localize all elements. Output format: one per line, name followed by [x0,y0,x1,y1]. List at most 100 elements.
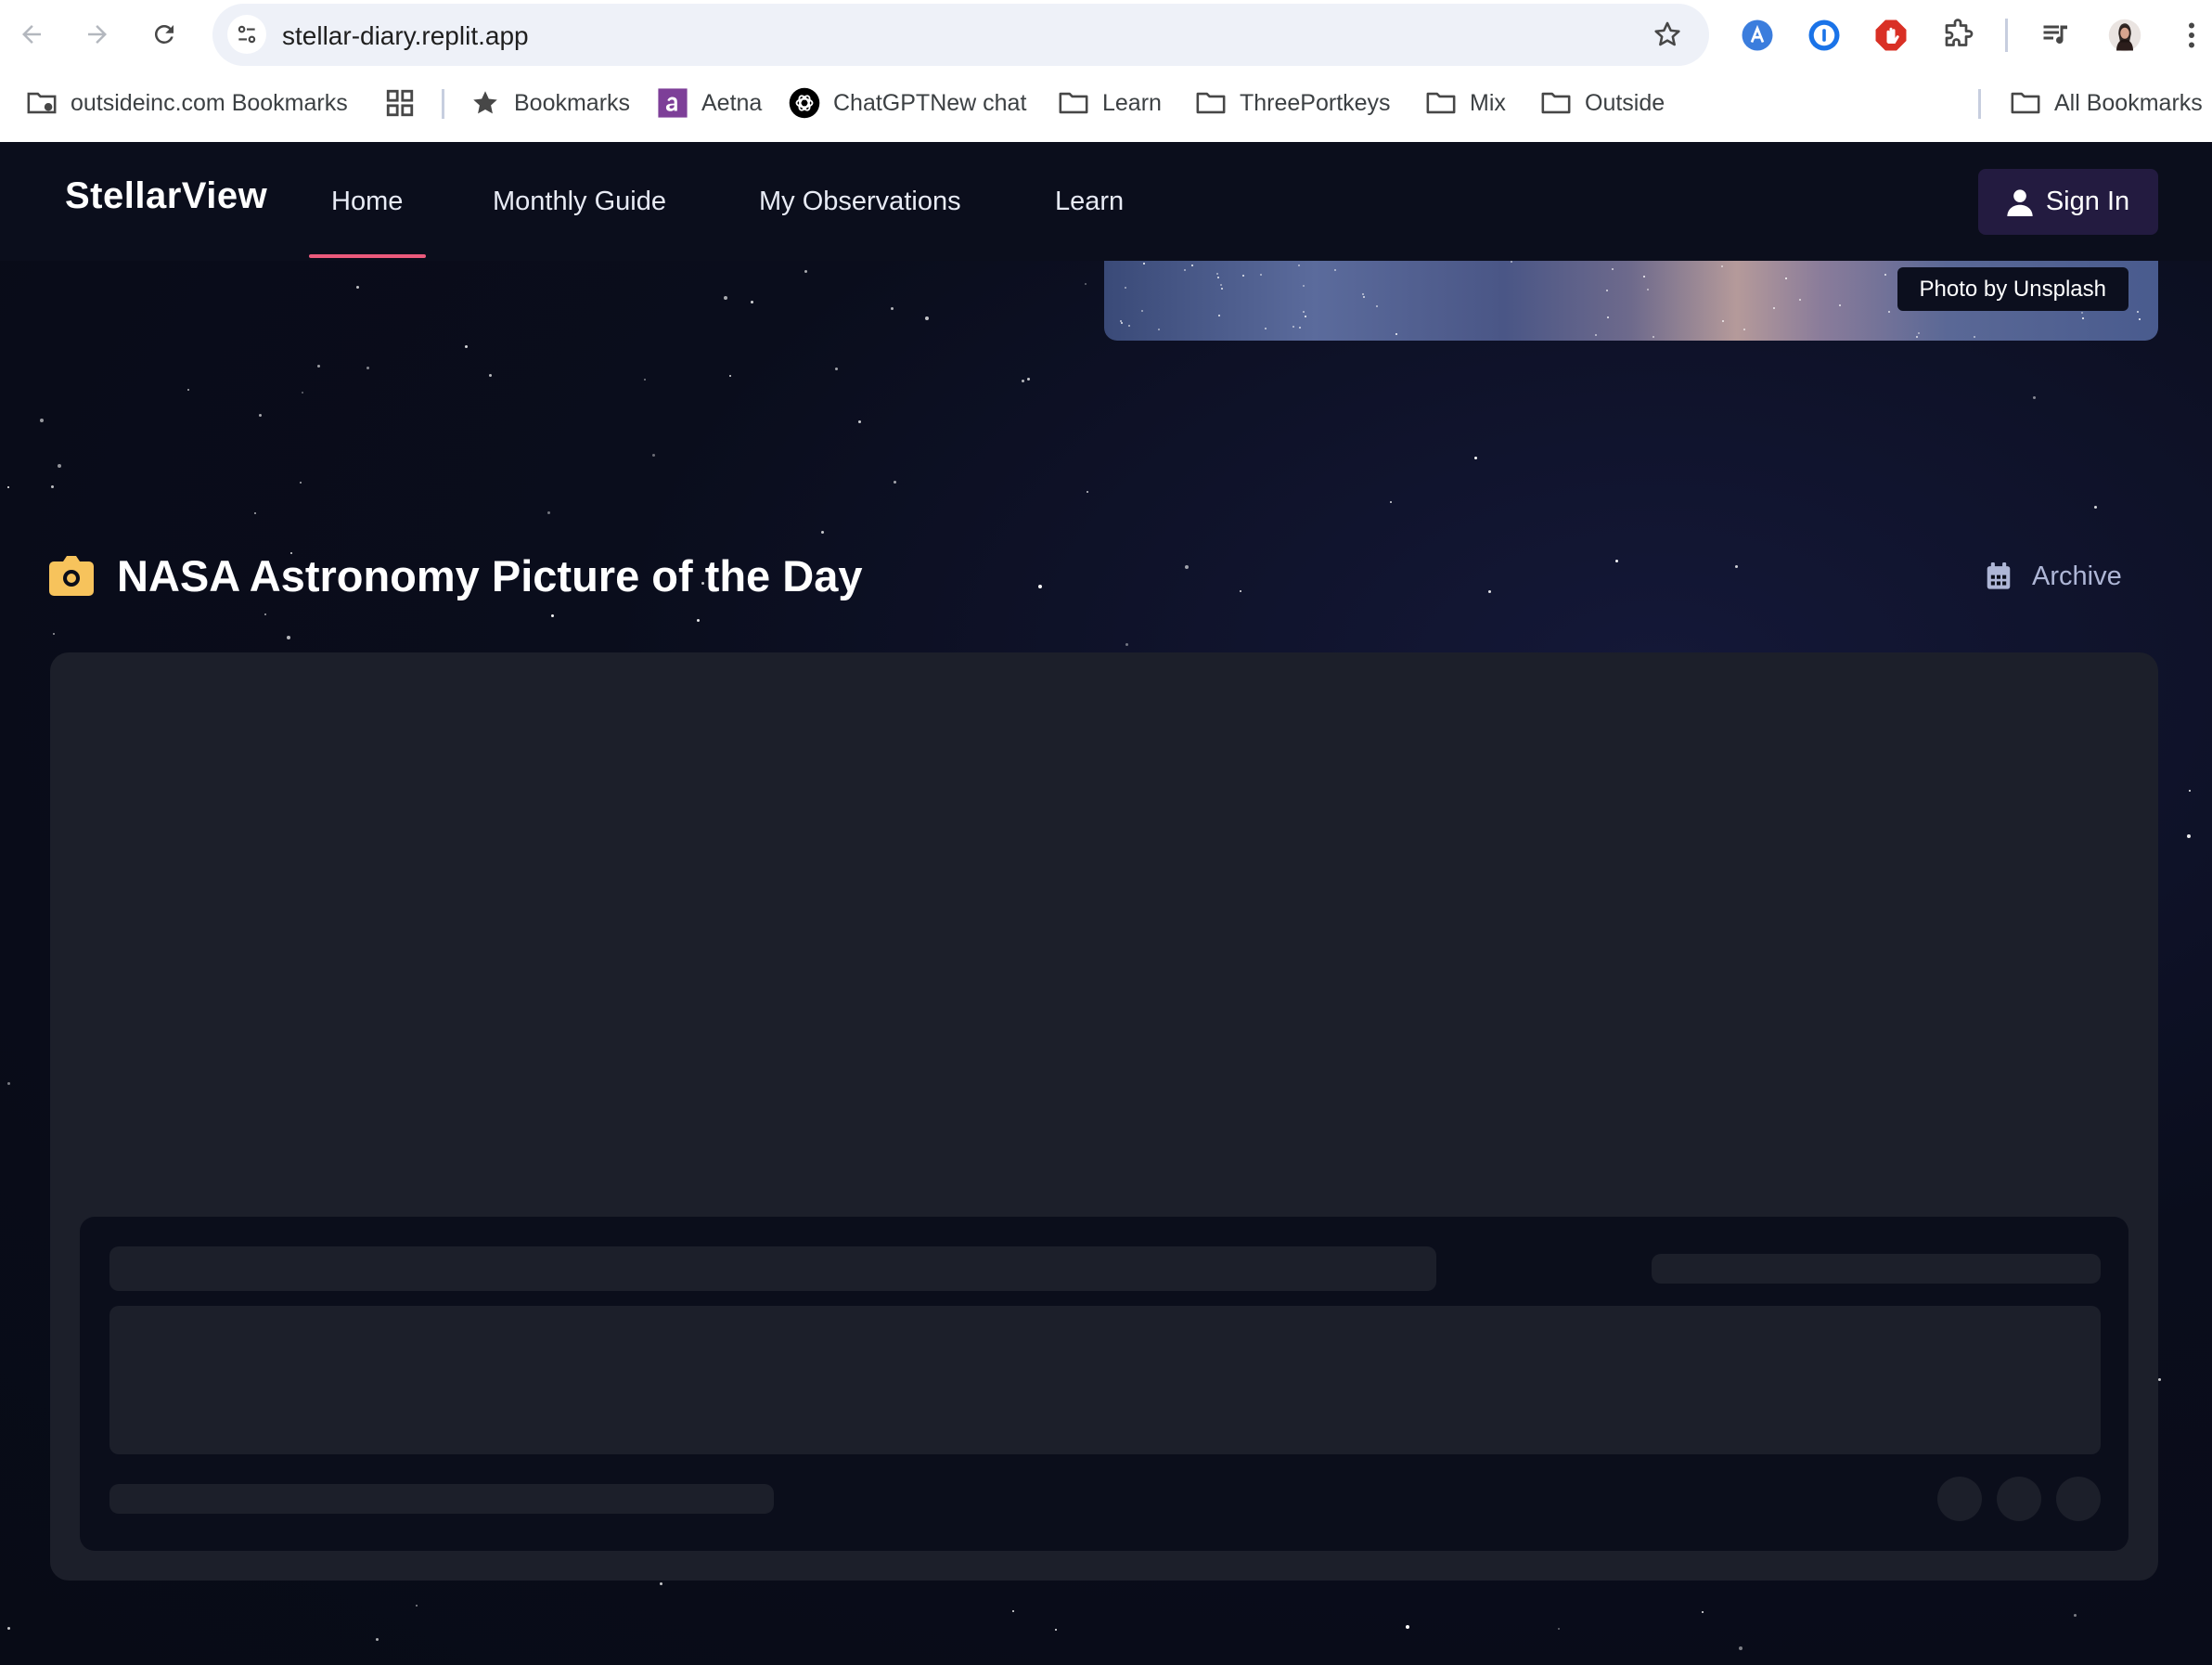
nav-learn[interactable]: Learn [1055,187,1124,217]
star-dot [1653,336,1654,338]
bookmark-folder-outside[interactable]: Outside [1540,82,1665,124]
photo-credit-badge: Photo by Unsplash [1897,267,2128,311]
star-dot [1141,310,1143,312]
bookmark-aetna[interactable]: Aetna [657,82,762,124]
skeleton-action-button [1997,1477,2041,1521]
star-dot [1406,1625,1409,1629]
star-dot [2158,1378,2161,1381]
archive-label: Archive [2032,561,2122,591]
browser-chrome: stellar-diary.replit.app outsideinc.com … [0,0,2212,142]
star-dot [1888,311,1890,313]
skeleton-description [109,1306,2101,1454]
star-dot [1125,287,1126,289]
bookmark-chatgpt[interactable]: ChatGPTNew chat [789,82,1026,124]
active-nav-indicator [309,254,426,258]
star-dot [2074,1614,2077,1617]
sign-in-label: Sign In [2045,187,2130,216]
extensions-puzzle-icon[interactable] [1939,17,1976,54]
address-bar[interactable]: stellar-diary.replit.app [212,4,1709,66]
star-dot [465,345,468,348]
star-dot [925,316,929,320]
site-info-icon[interactable] [227,15,266,54]
browser-menu-icon[interactable] [2173,17,2210,54]
star-dot [697,619,700,622]
star-dot [1362,293,1364,295]
reload-icon [154,24,174,44]
star-dot [1390,501,1392,503]
star-dot [1839,304,1841,306]
star-dot [1265,328,1267,329]
star-dot [724,296,727,300]
star-dot [1916,336,1918,338]
star-dot [1918,332,1920,334]
star-dot [1242,275,1244,277]
star-dot [1606,290,1608,291]
bookmarks-divider [1978,89,1981,119]
adblock-icon[interactable] [1872,17,1910,54]
star-dot [1184,269,1186,271]
star-dot [1299,327,1301,329]
hero-banner-image: Photo by Unsplash [1104,261,2158,341]
star-dot [2187,834,2191,838]
forward-button[interactable] [76,13,119,56]
password-manager-icon[interactable] [1806,17,1843,54]
star-dot [2137,311,2139,313]
user-icon [2007,188,2033,216]
star-dot [302,392,303,394]
sign-in-button[interactable]: Sign In [1978,169,2158,235]
nav-my-observations[interactable]: My Observations [759,187,961,217]
apps-grid-icon [386,89,414,117]
media-controls-icon[interactable] [2038,17,2075,54]
star-dot [1647,289,1649,290]
star-dot [7,486,9,488]
aetna-icon [658,88,688,118]
skeleton-action-button [1937,1477,1982,1521]
bookmarks-bar: outsideinc.com Bookmarks Bookmarks Aetna… [0,82,2212,124]
back-button[interactable] [10,13,53,56]
star-dot [1785,278,1787,279]
star-dot [1143,263,1145,265]
skeleton-action-button [2056,1477,2101,1521]
star-dot [2033,396,2036,399]
star-dot [2081,312,2083,314]
star-dot [1739,1646,1743,1650]
bookmark-bookmarks[interactable]: Bookmarks [469,82,630,124]
star-dot [317,365,320,368]
apps-grid-button[interactable] [384,82,416,124]
star-dot [1121,322,1123,324]
star-dot [547,511,550,514]
star-dot [489,374,492,377]
translate-extension-icon[interactable] [1739,17,1776,54]
folder-icon [1426,92,1456,114]
url-text[interactable]: stellar-diary.replit.app [282,21,529,51]
star-dot [1085,283,1087,285]
reload-button[interactable] [143,13,186,56]
site-logo[interactable]: StellarView [65,175,267,217]
nav-home[interactable]: Home [331,187,403,217]
apod-section-header: NASA Astronomy Picture of the Day [48,548,862,603]
profile-avatar[interactable] [2106,17,2143,54]
star-dot [1125,643,1128,646]
star-dot [300,482,302,484]
camera-icon [49,556,94,596]
archive-link[interactable]: Archive [1986,556,2122,597]
star-dot [1799,299,1801,301]
star-dot [1012,1610,1014,1612]
star-dot [652,454,655,457]
bookmark-outsideinc[interactable]: outsideinc.com Bookmarks [26,82,348,124]
managed-bookmarks-icon [27,92,57,114]
bookmark-folder-mix[interactable]: Mix [1425,82,1506,124]
star-dot [1298,265,1300,266]
bookmark-folder-learn[interactable]: Learn [1058,82,1162,124]
nav-monthly-guide[interactable]: Monthly Guide [493,187,666,217]
star-dot [2082,317,2084,319]
star-dot [858,420,861,423]
star-dot [1773,307,1775,309]
star-dot [1735,565,1738,568]
bookmark-star-icon[interactable] [1652,19,1683,50]
star-dot [1615,560,1618,562]
star-dot [551,614,554,617]
all-bookmarks-button[interactable]: All Bookmarks [2010,82,2203,124]
bookmark-folder-threeportkeys[interactable]: ThreePortkeys [1195,82,1391,124]
star-dot [287,636,290,639]
